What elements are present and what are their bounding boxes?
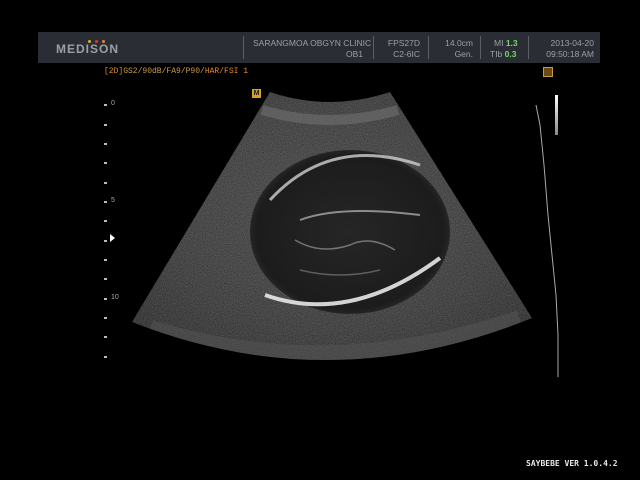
imaging-mode: Gen.	[454, 49, 473, 59]
parameter-settings: GS2/90dB/FA9/P90/	[123, 67, 205, 76]
logo-dot-1	[88, 40, 91, 43]
probe-name: C2-6IC	[393, 49, 420, 59]
depth-tick	[104, 220, 107, 222]
brand-logo: MEDISON	[56, 42, 120, 56]
mode-tag: [2D]	[104, 67, 124, 76]
header-bar: MEDISON SARANGMOA OBGYN CLINIC OB1 FPS27…	[38, 32, 600, 63]
tib-value: 0.3	[504, 49, 517, 59]
depth-tick	[104, 104, 107, 106]
depth-tick	[104, 356, 107, 358]
depth-tick	[104, 298, 107, 300]
imaging-parameters: [2D]GS2/90dB/FA9/P90/HAR/FSI 1	[104, 67, 248, 76]
logo-dot-2	[95, 40, 98, 43]
depth-tick	[104, 259, 107, 261]
exam-date: 2013-04-20	[550, 38, 594, 48]
frame-rate: FPS27D	[387, 38, 420, 48]
orientation-marker: M	[252, 89, 261, 98]
depth-tick	[104, 317, 107, 319]
software-version: SAYBEBE VER 1.0.4.2	[526, 459, 618, 468]
depth-tick	[104, 143, 107, 145]
depth-value: 14.0cm	[445, 38, 473, 48]
fetal-head	[250, 150, 450, 314]
mi-value: 1.3	[505, 38, 518, 48]
tib-label: TIb	[490, 49, 503, 59]
tib-index: TIb 0.3	[490, 49, 516, 59]
depth-tick	[104, 124, 107, 126]
depth-tick	[104, 240, 107, 242]
depth-label-0: 0	[111, 100, 115, 107]
depth-tick	[104, 201, 107, 203]
mi-label: MI	[494, 38, 504, 48]
clinic-name: SARANGMOA OBGYN CLINIC	[253, 38, 372, 48]
depth-tick	[104, 336, 107, 338]
depth-tick	[104, 278, 107, 280]
tgc-curve	[535, 104, 559, 377]
logo-dots	[88, 40, 118, 44]
depth-label-10: 10	[111, 294, 119, 301]
depth-tick	[104, 162, 107, 164]
mi-index: MI 1.3	[494, 38, 518, 48]
har-fsi-setting: HAR/FSI 1	[204, 67, 249, 76]
exam-time: 09:50:18 AM	[546, 49, 594, 59]
logo-dot-3	[102, 40, 105, 43]
focus-marker	[110, 234, 115, 242]
status-marker	[543, 67, 553, 77]
preset-name: OB1	[345, 49, 363, 59]
depth-scale: 0 5 10	[100, 100, 130, 370]
depth-tick	[104, 182, 107, 184]
depth-label-5: 5	[111, 197, 115, 204]
